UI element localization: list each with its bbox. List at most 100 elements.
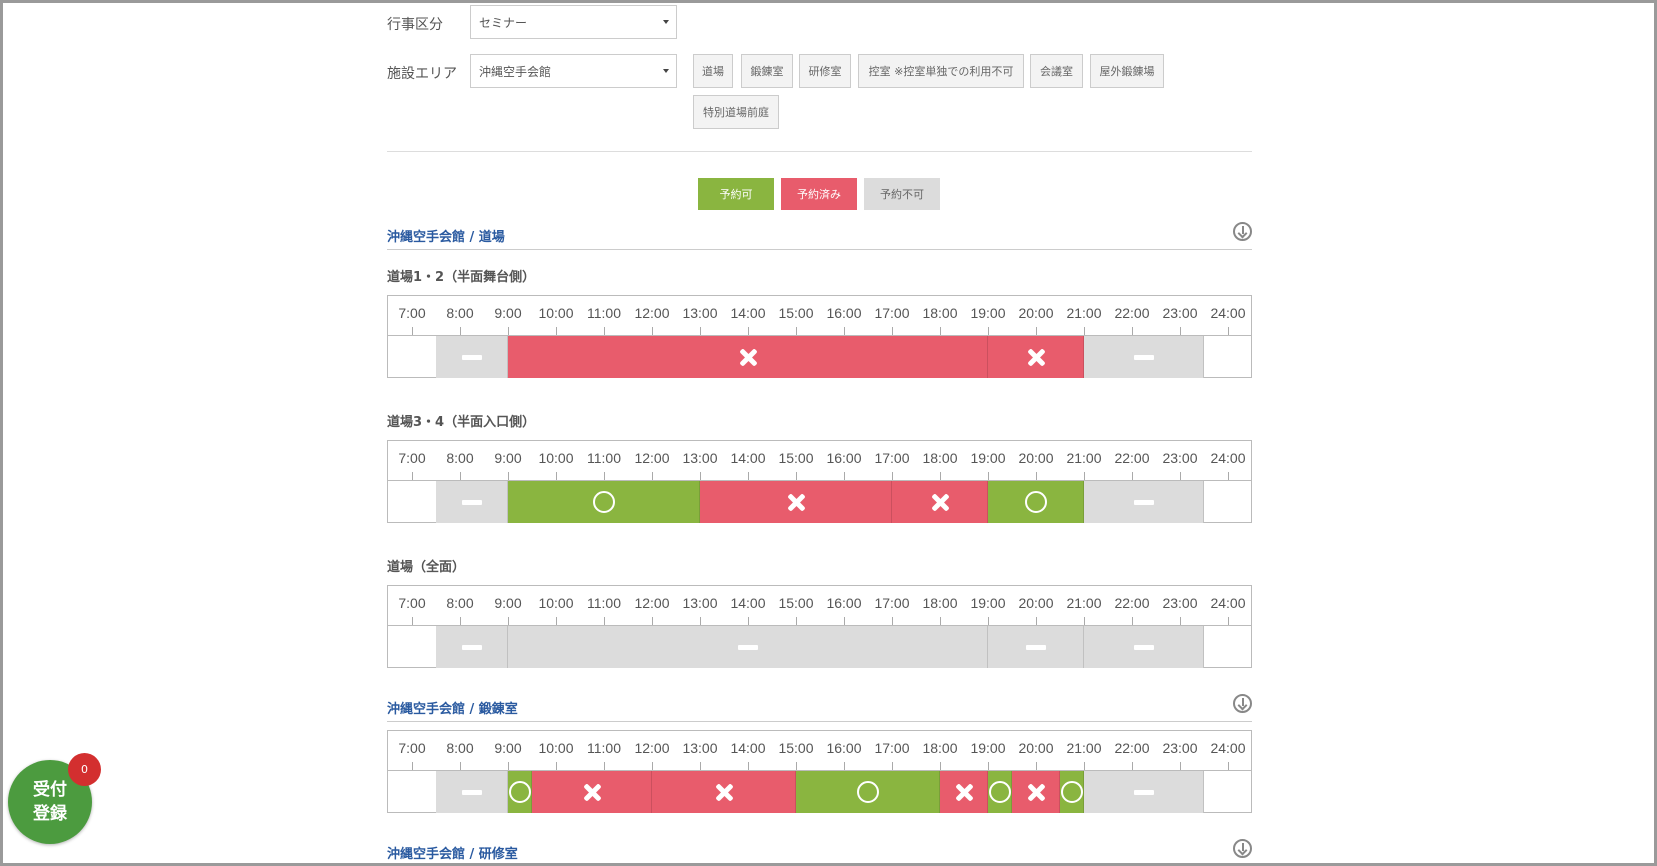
time-label: 23:00 [1162,450,1198,466]
timeline: 7:00 8:00 9:00 10:00 11:00 12:00 13:00 14:00 15:… [387,295,1252,378]
circle-icon [1060,781,1083,803]
download-icon[interactable] [1233,839,1252,858]
event-type-value: セミナー [479,15,528,30]
time-label: 19:00 [970,305,1006,321]
time-label: 15:00 [778,450,814,466]
cross-icon [1027,783,1045,801]
download-icon[interactable] [1233,222,1252,241]
time-label: 7:00 [398,305,426,321]
time-label: 8:00 [446,595,474,611]
event-type-select[interactable]: セミナー [470,5,677,39]
facility-button-special-dojo-courtyard[interactable]: 特別道場前庭 [693,95,779,129]
time-slot-booked [1012,771,1060,813]
room-title: 道場1・2（半面舞台側） [387,270,536,285]
time-slot-available[interactable] [508,481,700,523]
dash-icon [737,644,758,650]
time-label: 14:00 [730,305,766,321]
time-slot-unavailable [436,771,508,813]
facility-button-meeting-room[interactable]: 会議室 [1030,54,1083,88]
legend-booked: 予約済み [781,178,857,210]
time-slot-available[interactable] [1060,771,1084,813]
dash-icon [461,354,482,360]
divider [387,151,1252,152]
time-slot-unavailable [508,626,988,668]
section-title-seminar-room: 沖縄空手会館 / 研修室 [387,839,1252,863]
time-label: 8:00 [446,450,474,466]
time-slot-unavailable [436,336,508,378]
time-label: 7:00 [398,740,426,756]
facility-button-outdoor-training[interactable]: 屋外鍛錬場 [1090,54,1164,88]
area-select[interactable]: 沖縄空手会館 [470,54,677,88]
time-label: 17:00 [874,305,910,321]
time-slot-booked [532,771,652,813]
time-label: 23:00 [1162,305,1198,321]
dash-icon [1025,644,1046,650]
time-label: 13:00 [682,305,718,321]
chevron-down-icon [663,69,669,73]
time-label: 23:00 [1162,740,1198,756]
download-icon[interactable] [1233,694,1252,713]
dash-icon [1133,499,1154,505]
time-label: 16:00 [826,450,862,466]
time-label: 15:00 [778,740,814,756]
time-label: 18:00 [922,595,958,611]
time-slot-available[interactable] [988,481,1084,523]
time-label: 13:00 [682,450,718,466]
time-label: 19:00 [970,740,1006,756]
time-label: 18:00 [922,450,958,466]
time-label: 12:00 [634,450,670,466]
circle-icon [592,491,615,513]
section-title-training-room: 沖縄空手会館 / 鍛錬室 [387,694,1252,722]
time-label: 11:00 [587,595,621,611]
time-label: 21:00 [1066,450,1102,466]
facility-button-waiting-room[interactable]: 控室 ※控室単独での利用不可 [858,54,1024,88]
time-label: 10:00 [538,595,574,611]
time-label: 20:00 [1018,305,1054,321]
dash-icon [1133,644,1154,650]
time-slot-available[interactable] [796,771,940,813]
time-slot-unavailable [1084,771,1204,813]
cross-icon [739,348,757,366]
dash-icon [461,499,482,505]
time-label: 21:00 [1066,595,1102,611]
cross-icon [715,783,733,801]
time-slot-available[interactable] [508,771,532,813]
time-label: 16:00 [826,740,862,756]
time-label: 20:00 [1018,595,1054,611]
time-label: 7:00 [398,595,426,611]
time-label: 14:00 [730,595,766,611]
time-label: 10:00 [538,740,574,756]
section-title-text: 沖縄空手会館 / 道場 [387,230,505,245]
time-slot-booked [892,481,988,523]
time-label: 24:00 [1210,305,1246,321]
time-label: 22:00 [1114,305,1150,321]
time-label: 12:00 [634,595,670,611]
area-value: 沖縄空手会館 [479,64,552,79]
time-label: 13:00 [682,740,718,756]
time-label: 24:00 [1210,450,1246,466]
time-label: 12:00 [634,305,670,321]
time-slot-unavailable [436,626,508,668]
area-label: 施設エリア [387,66,457,82]
facility-button-seminar-room[interactable]: 研修室 [799,54,851,88]
time-label: 9:00 [494,595,522,611]
legend-unavailable: 予約不可 [864,178,940,210]
time-slot-booked [988,336,1084,378]
slot-row [388,625,1251,668]
time-label: 7:00 [398,450,426,466]
time-label: 17:00 [874,740,910,756]
fab-label-line1: 受付 [33,780,67,800]
facility-button-training-room[interactable]: 鍛錬室 [741,54,793,88]
time-slot-available[interactable] [988,771,1012,813]
time-slot-booked [652,771,796,813]
time-label: 19:00 [970,595,1006,611]
time-label: 16:00 [826,595,862,611]
dash-icon [1133,354,1154,360]
time-label: 24:00 [1210,740,1246,756]
facility-button-dojo[interactable]: 道場 [693,54,733,88]
time-label: 20:00 [1018,740,1054,756]
time-label: 17:00 [874,595,910,611]
dash-icon [461,789,482,795]
time-slot-booked [940,771,988,813]
time-label: 21:00 [1066,740,1102,756]
